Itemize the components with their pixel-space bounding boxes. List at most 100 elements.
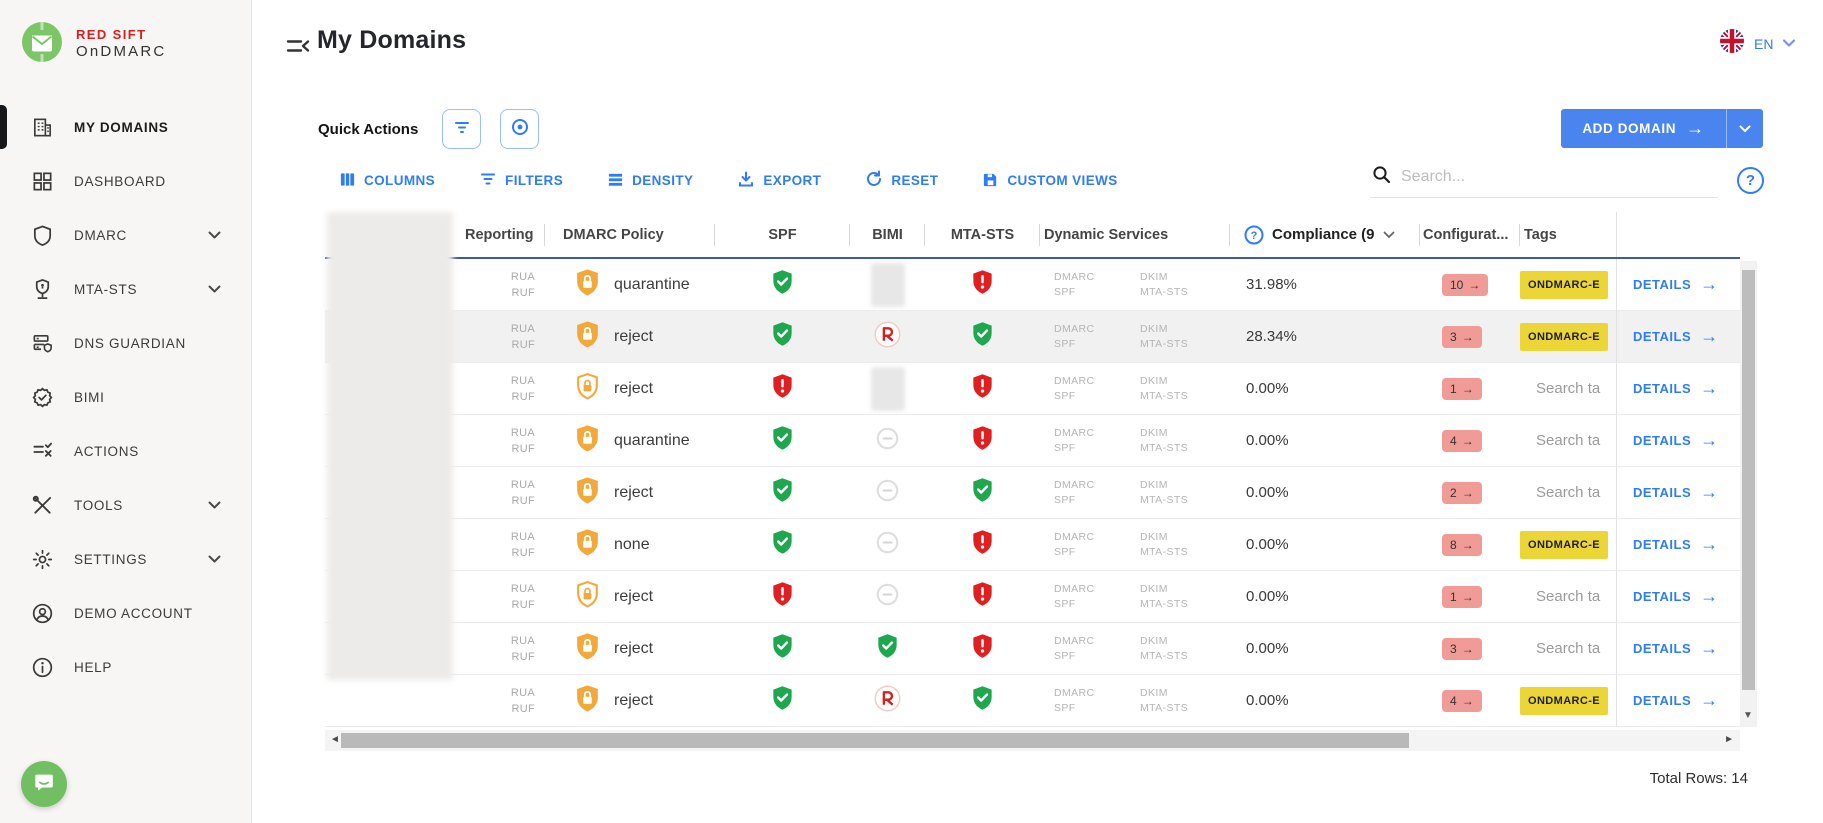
add-domain-button[interactable]: ADD DOMAIN → xyxy=(1561,109,1763,148)
column-header-tags[interactable]: Tags xyxy=(1520,212,1616,257)
language-selector[interactable]: EN xyxy=(1719,28,1796,59)
scroll-left-icon[interactable]: ◄ xyxy=(330,734,340,745)
vertical-scrollbar-thumb[interactable] xyxy=(1742,270,1755,690)
details-link[interactable]: DETAILS → xyxy=(1616,623,1740,674)
horizontal-scrollbar[interactable]: ◄ ► xyxy=(325,730,1740,751)
rua-label: RUA xyxy=(511,269,535,285)
sidebar-item-help[interactable]: HELP xyxy=(0,640,251,694)
sidebar-item-dmarc[interactable]: DMARC xyxy=(0,208,251,262)
details-link[interactable]: DETAILS → xyxy=(1616,311,1740,362)
table-row[interactable]: RUARUF none DMARCSPF DKIMMTA-STS 0.00% 8… xyxy=(325,519,1740,571)
configurations-badge[interactable]: 1→ xyxy=(1442,586,1482,608)
ruf-label: RUF xyxy=(511,701,535,717)
scroll-right-icon[interactable]: ► xyxy=(1724,734,1734,745)
horizontal-scrollbar-thumb[interactable] xyxy=(341,733,1409,748)
ruf-label: RUF xyxy=(511,285,535,301)
configurations-badge[interactable]: 4→ xyxy=(1442,690,1482,712)
mta-sts-cell xyxy=(925,415,1040,466)
table-row[interactable]: RUARUF reject DMARCSPF DKIMMTA-STS 28.34… xyxy=(325,311,1740,363)
tag-search-placeholder[interactable]: Search ta xyxy=(1520,484,1600,501)
configurations-badge[interactable]: 10→ xyxy=(1442,274,1488,296)
quick-view-button[interactable] xyxy=(500,109,539,149)
search-input[interactable] xyxy=(1401,168,1691,186)
policy-lock-icon xyxy=(574,320,601,354)
table-row[interactable]: RUARUF reject DMARCSPF DKIMMTA-STS 0.00%… xyxy=(325,675,1740,727)
chat-bubble-button[interactable] xyxy=(21,761,67,807)
details-link[interactable]: DETAILS → xyxy=(1616,519,1740,570)
sidebar-item-tools[interactable]: TOOLS xyxy=(0,478,251,532)
toolbar-filters-button[interactable]: FILTERS xyxy=(479,170,563,191)
toolbar-reset-button[interactable]: RESET xyxy=(865,170,938,191)
add-domain-dropdown[interactable] xyxy=(1727,125,1763,133)
tag-badge[interactable]: ONDMARC-E xyxy=(1520,531,1608,559)
tag-search-placeholder[interactable]: Search ta xyxy=(1520,380,1600,397)
sidebar-item-demo-account[interactable]: DEMO ACCOUNT xyxy=(0,586,251,640)
table-row[interactable]: RUARUF reject DMARCSPF DKIMMTA-STS 0.00%… xyxy=(325,363,1740,415)
sort-chevron-icon[interactable] xyxy=(1383,231,1395,239)
dynamic-services-cell: DMARCSPF DKIMMTA-STS xyxy=(1040,415,1230,466)
brand-logo[interactable]: RED SIFT OnDMARC xyxy=(20,20,166,69)
sidebar-item-label: DASHBOARD xyxy=(74,174,166,189)
sidebar-item-settings[interactable]: SETTINGS xyxy=(0,532,251,586)
configurations-badge[interactable]: 2→ xyxy=(1442,482,1482,504)
column-header-dmarc-policy[interactable]: DMARC Policy xyxy=(545,212,715,257)
column-header-spf[interactable]: SPF xyxy=(715,212,850,257)
table-row[interactable]: RUARUF quarantine DMARCSPF DKIMMTA-STS 3… xyxy=(325,259,1740,311)
toolbar-columns-button[interactable]: COLUMNS xyxy=(339,171,435,191)
configurations-badge[interactable]: 3→ xyxy=(1442,638,1482,660)
compliance-cell: 0.00% xyxy=(1230,519,1420,570)
svg-text:?: ? xyxy=(1251,230,1258,242)
sidebar-collapse-icon[interactable] xyxy=(285,33,311,64)
tag-search-placeholder[interactable]: Search ta xyxy=(1520,640,1600,657)
column-header-dynamic-services[interactable]: Dynamic Services xyxy=(1040,212,1230,257)
arrow-right-icon: → xyxy=(1462,642,1474,656)
details-link[interactable]: DETAILS → xyxy=(1616,467,1740,518)
column-header-mta-sts[interactable]: MTA-STS xyxy=(925,212,1040,257)
rua-label: RUA xyxy=(511,373,535,389)
arrow-right-icon: → xyxy=(1700,638,1718,659)
toolbar-export-button[interactable]: EXPORT xyxy=(737,170,821,191)
sidebar-item-bimi[interactable]: BIMI xyxy=(0,370,251,424)
sidebar-item-dns-guardian[interactable]: DNS GUARDIAN xyxy=(0,316,251,370)
tag-search-placeholder[interactable]: Search ta xyxy=(1520,432,1600,449)
details-link[interactable]: DETAILS → xyxy=(1616,571,1740,622)
scroll-down-icon[interactable]: ▼ xyxy=(1743,710,1753,721)
details-link[interactable]: DETAILS → xyxy=(1616,363,1740,414)
table-row[interactable]: RUARUF reject DMARCSPF DKIMMTA-STS 0.00%… xyxy=(325,571,1740,623)
sidebar-item-dashboard[interactable]: DASHBOARD xyxy=(0,154,251,208)
sidebar-item-actions[interactable]: ACTIONS xyxy=(0,424,251,478)
sidebar-item-my-domains[interactable]: MY DOMAINS xyxy=(0,100,251,154)
tag-badge[interactable]: ONDMARC-E xyxy=(1520,687,1608,715)
column-header-reporting[interactable]: Reporting xyxy=(445,212,545,257)
mta-sts-cell xyxy=(925,571,1040,622)
table-row[interactable]: RUARUF reject DMARCSPF DKIMMTA-STS 0.00%… xyxy=(325,623,1740,675)
configurations-badge[interactable]: 8→ xyxy=(1442,534,1482,556)
column-header-label: SPF xyxy=(768,227,796,243)
vertical-scrollbar[interactable]: ▼ xyxy=(1740,261,1757,727)
table-header-row: Domain Reporting DMARC Policy SPF BIMI M… xyxy=(325,212,1740,259)
details-link[interactable]: DETAILS → xyxy=(1616,415,1740,466)
tag-badge[interactable]: ONDMARC-E xyxy=(1520,271,1608,299)
table-row[interactable]: RUARUF reject DMARCSPF DKIMMTA-STS 0.00%… xyxy=(325,467,1740,519)
sidebar-item-mta-sts[interactable]: MTA-STS xyxy=(0,262,251,316)
dmarc-policy-cell: none xyxy=(545,519,715,570)
help-circle-icon[interactable]: ? xyxy=(1244,225,1264,245)
search-field[interactable] xyxy=(1370,163,1718,198)
configurations-badge[interactable]: 1→ xyxy=(1442,378,1482,400)
configurations-badge[interactable]: 3→ xyxy=(1442,326,1482,348)
toolbar-density-button[interactable]: DENSITY xyxy=(607,171,693,191)
active-indicator xyxy=(0,105,7,149)
toolbar-custom-views-button[interactable]: CUSTOM VIEWS xyxy=(982,171,1117,191)
quick-filter-button[interactable] xyxy=(442,109,481,149)
details-link[interactable]: DETAILS → xyxy=(1616,675,1740,726)
column-header-bimi[interactable]: BIMI xyxy=(850,212,925,257)
policy-lock-icon xyxy=(574,476,601,510)
configurations-badge[interactable]: 4→ xyxy=(1442,430,1482,452)
help-button[interactable]: ? xyxy=(1737,167,1764,194)
column-header-configurat-[interactable]: Configurat... xyxy=(1420,212,1520,257)
column-header-compliance-9[interactable]: ? Compliance (9 xyxy=(1230,212,1420,257)
details-link[interactable]: DETAILS → xyxy=(1616,259,1740,310)
tag-search-placeholder[interactable]: Search ta xyxy=(1520,588,1600,605)
tag-badge[interactable]: ONDMARC-E xyxy=(1520,323,1608,351)
table-row[interactable]: RUARUF quarantine DMARCSPF DKIMMTA-STS 0… xyxy=(325,415,1740,467)
